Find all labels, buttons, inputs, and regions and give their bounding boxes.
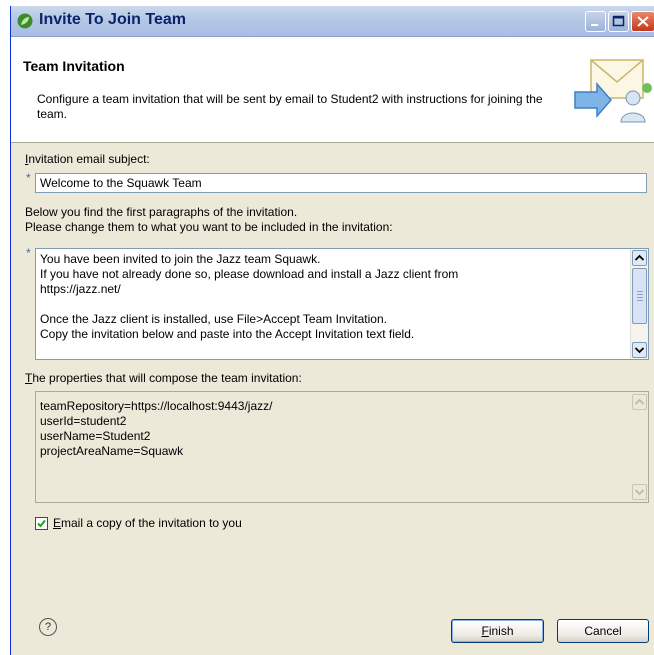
email-copy-label[interactable]: Email a copy of the invitation to you <box>53 516 242 530</box>
arrow-up-icon <box>634 254 645 261</box>
maximize-icon <box>612 15 625 27</box>
close-icon <box>637 16 649 27</box>
scroll-thumb[interactable] <box>632 268 647 324</box>
property-line: userId=student2 <box>40 414 127 428</box>
scroll-down-button[interactable] <box>632 342 647 358</box>
scroll-up-button[interactable] <box>632 250 647 266</box>
invitation-body-text[interactable]: You have been invited to join the Jazz t… <box>40 252 625 342</box>
property-line: projectAreaName=Squawk <box>40 444 184 458</box>
close-button[interactable] <box>631 11 654 32</box>
minimize-button[interactable] <box>585 11 606 32</box>
arrow-up-icon <box>634 398 645 405</box>
invite-dialog: Invite To Join Team Team Invitation Conf… <box>10 6 654 655</box>
arrow-down-icon <box>634 347 645 354</box>
properties-text: teamRepository=https://localhost:9443/ja… <box>40 399 272 459</box>
property-line: userName=Student2 <box>40 429 151 443</box>
cancel-button[interactable]: Cancel <box>557 619 649 643</box>
body-required-marker: * <box>26 246 31 260</box>
checkmark-icon <box>37 519 46 528</box>
window-title: Invite To Join Team <box>39 11 186 28</box>
title-bar[interactable]: Invite To Join Team <box>11 6 654 37</box>
maximize-button[interactable] <box>608 11 629 32</box>
minimize-icon <box>591 24 598 26</box>
scroll-up-button-disabled <box>632 394 647 410</box>
subject-input[interactable]: Welcome to the Squawk Team <box>35 173 647 193</box>
finish-button[interactable]: Finish <box>451 619 544 643</box>
arrow-down-icon <box>634 489 645 496</box>
scroll-down-button-disabled <box>632 484 647 500</box>
email-invitation-icon <box>574 59 652 123</box>
property-line: teamRepository=https://localhost:9443/ja… <box>40 399 273 413</box>
subject-label: Invitation email subject: <box>25 152 150 166</box>
body-scrollbar[interactable] <box>630 249 648 359</box>
properties-label: The properties that will compose the tea… <box>25 371 302 385</box>
banner-title: Team Invitation <box>23 58 125 74</box>
help-button[interactable]: ? <box>39 618 57 636</box>
email-copy-checkbox[interactable] <box>35 517 48 530</box>
banner-description: Configure a team invitation that will be… <box>37 92 543 121</box>
body-instructions-line2: Please change them to what you want to b… <box>25 220 393 234</box>
properties-textarea: teamRepository=https://localhost:9443/ja… <box>35 391 649 503</box>
jazz-leaf-icon <box>17 13 33 29</box>
properties-scrollbar <box>631 392 648 502</box>
wizard-banner: Team Invitation Configure a team invitat… <box>11 37 654 143</box>
subject-required-marker: * <box>26 171 31 185</box>
invitation-body-textarea[interactable]: You have been invited to join the Jazz t… <box>35 248 649 360</box>
body-instructions-line1: Below you find the first paragraphs of t… <box>25 205 298 219</box>
